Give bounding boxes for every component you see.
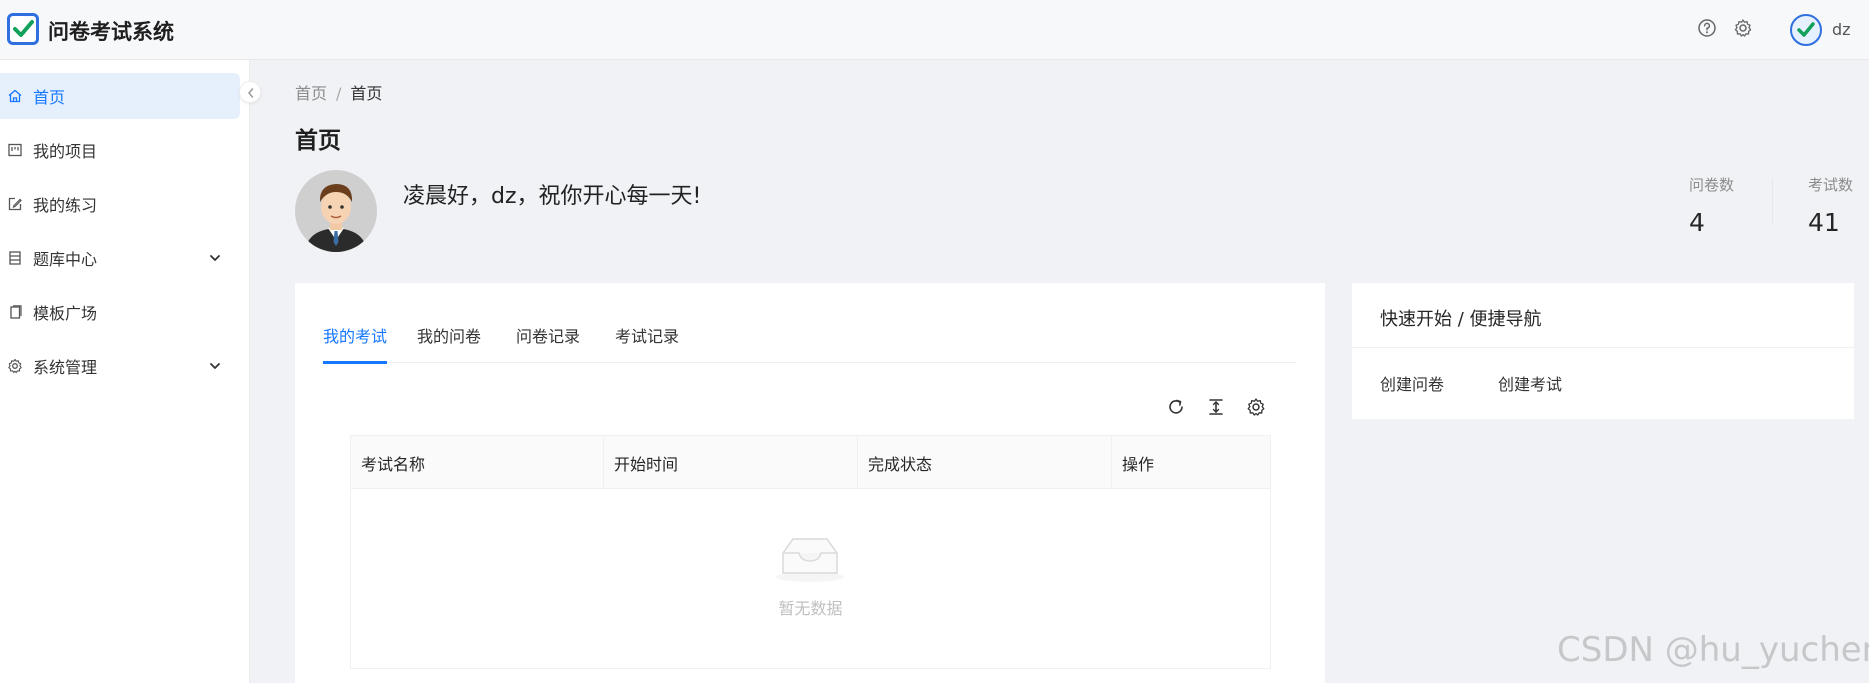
empty-state: 暂无数据	[351, 489, 1270, 669]
empty-inbox-icon	[776, 538, 844, 582]
chevron-down-icon	[210, 255, 220, 261]
tab-bar: 我的考试 我的问卷 问卷记录 考试记录	[323, 323, 1296, 364]
app-title: 问卷考试系统	[48, 20, 174, 44]
help-icon[interactable]	[1697, 18, 1719, 40]
greeting-text: 凌晨好，dz，祝你开心每一天!	[403, 184, 702, 209]
sidebar-item-label: 首页	[33, 88, 66, 107]
tab-exam-records[interactable]: 考试记录	[615, 323, 679, 363]
exam-table: 考试名称 开始时间 完成状态 操作 暂无数据	[350, 435, 1271, 669]
breadcrumb-current: 首页	[350, 84, 383, 103]
sidebar-item-label: 模板广场	[33, 304, 98, 323]
divider	[1352, 347, 1854, 348]
user-avatar[interactable]	[1790, 14, 1822, 46]
column-header-actions[interactable]: 操作	[1112, 436, 1270, 489]
sidebar-item-system[interactable]: 系统管理	[0, 343, 240, 389]
breadcrumb-root[interactable]: 首页	[295, 84, 327, 103]
sidebar-item-label: 我的项目	[33, 142, 98, 161]
edit-icon	[8, 197, 22, 211]
page-title: 首页	[295, 128, 341, 154]
user-name[interactable]: dz	[1832, 20, 1851, 39]
create-survey-link[interactable]: 创建问卷	[1380, 371, 1444, 395]
create-exam-link[interactable]: 创建考试	[1498, 371, 1562, 395]
table-header: 考试名称 开始时间 完成状态 操作	[351, 436, 1270, 489]
profile-avatar	[295, 170, 377, 252]
quick-nav-title: 快速开始 / 便捷导航	[1380, 309, 1542, 330]
gear-icon	[8, 358, 22, 374]
column-header-status[interactable]: 完成状态	[858, 436, 1112, 489]
sidebar-item-label: 我的练习	[33, 196, 98, 215]
watermark: CSDN @hu_yuchen	[1557, 630, 1869, 670]
top-header: 问卷考试系统 dz	[0, 0, 1869, 60]
settings-icon[interactable]	[1733, 18, 1755, 40]
template-icon	[10, 305, 22, 319]
sidebar-item-home[interactable]: 首页	[0, 73, 240, 119]
column-header-start-time[interactable]: 开始时间	[604, 436, 858, 489]
tab-my-surveys[interactable]: 我的问卷	[417, 323, 481, 363]
tab-survey-records[interactable]: 问卷记录	[516, 323, 580, 363]
database-icon	[9, 251, 21, 265]
refresh-icon[interactable]	[1165, 396, 1187, 418]
tab-my-exams[interactable]: 我的考试	[323, 323, 388, 364]
sidebar: 首页 我的项目 我的练习 题库中心 模板广场 系统管理	[0, 60, 250, 683]
column-header-exam-name[interactable]: 考试名称	[351, 436, 604, 489]
stat-value-surveys: 4	[1689, 208, 1705, 237]
sidebar-item-practice[interactable]: 我的练习	[0, 181, 240, 227]
stat-label-surveys: 问卷数	[1689, 176, 1735, 194]
sidebar-item-templates[interactable]: 模板广场	[0, 289, 240, 335]
stat-label-exams: 考试数	[1808, 176, 1854, 194]
chevron-left-icon	[248, 88, 254, 98]
sidebar-item-label: 题库中心	[33, 250, 98, 269]
table-settings-icon[interactable]	[1245, 396, 1267, 418]
chevron-down-icon	[210, 363, 220, 369]
app-logo-icon	[7, 13, 39, 45]
project-icon	[8, 143, 22, 157]
stat-divider	[1772, 178, 1773, 224]
sidebar-item-label: 系统管理	[33, 358, 98, 377]
sidebar-item-question-bank[interactable]: 题库中心	[0, 235, 240, 281]
home-icon	[8, 89, 22, 103]
stat-value-exams: 41	[1808, 208, 1840, 237]
sidebar-item-projects[interactable]: 我的项目	[0, 127, 240, 173]
sidebar-collapse-button[interactable]	[239, 81, 261, 103]
breadcrumb: 首页 / 首页	[295, 80, 382, 104]
quick-nav-card: 快速开始 / 便捷导航 创建问卷 创建考试	[1352, 283, 1854, 419]
exam-card: 我的考试 我的问卷 问卷记录 考试记录 考试名称 开始时间 完成状态 操作 暂无…	[295, 283, 1325, 683]
empty-text: 暂无数据	[778, 599, 843, 618]
column-height-icon[interactable]	[1205, 396, 1227, 418]
breadcrumb-separator: /	[336, 84, 342, 103]
